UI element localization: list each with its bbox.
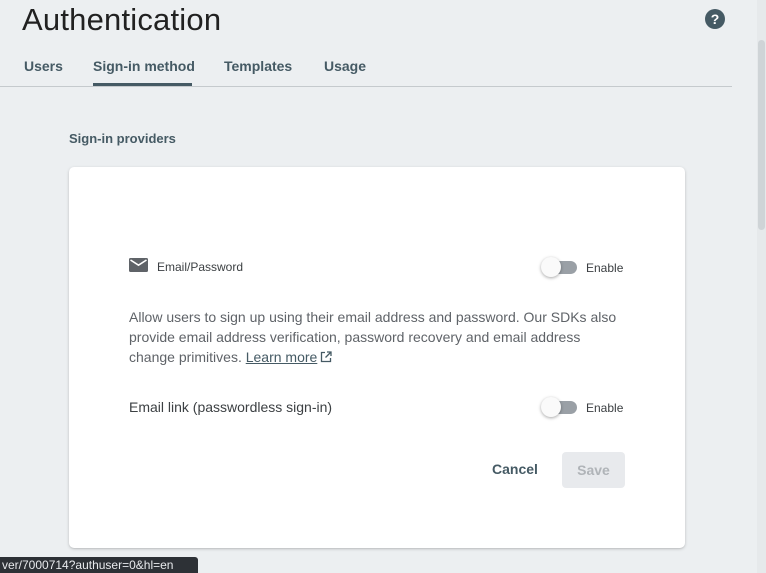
toggle-knob: [541, 257, 561, 277]
status-bar-url: ver/7000714?authuser=0&hl=en: [0, 557, 198, 573]
description-text: Allow users to sign up using their email…: [129, 309, 617, 365]
provider-description: Allow users to sign up using their email…: [129, 307, 629, 367]
help-circle-icon[interactable]: ?: [705, 9, 725, 29]
email-password-toggle-label: Enable: [586, 261, 624, 275]
scrollbar-thumb[interactable]: [758, 40, 765, 230]
learn-more-link[interactable]: Learn more: [246, 349, 318, 365]
page: Authentication ? Users Sign-in method Te…: [0, 0, 766, 573]
email-password-row: Email/Password Enable: [129, 257, 625, 279]
save-button[interactable]: Save: [562, 452, 625, 488]
tab-sign-in-method[interactable]: Sign-in method: [93, 58, 195, 74]
email-link-toggle-label: Enable: [586, 401, 624, 415]
mail-icon: [129, 258, 148, 272]
tab-bar: Users Sign-in method Templates Usage: [0, 48, 732, 87]
open-in-new-icon[interactable]: [320, 351, 332, 363]
email-link-label: Email link (passwordless sign-in): [129, 399, 333, 415]
tab-users[interactable]: Users: [24, 58, 63, 74]
provider-name: Email/Password: [157, 260, 244, 274]
email-password-toggle[interactable]: [541, 257, 579, 277]
section-heading: Sign-in providers: [69, 131, 176, 146]
cancel-button[interactable]: Cancel: [483, 453, 547, 485]
email-link-toggle[interactable]: [541, 397, 579, 417]
active-tab-indicator: [93, 83, 192, 86]
page-title: Authentication: [22, 2, 222, 37]
toggle-knob: [541, 397, 561, 417]
scrollbar[interactable]: [757, 0, 766, 573]
provider-card: Email/Password Enable Allow users to sig…: [69, 167, 685, 548]
tab-usage[interactable]: Usage: [324, 58, 366, 74]
tab-templates[interactable]: Templates: [224, 58, 292, 74]
